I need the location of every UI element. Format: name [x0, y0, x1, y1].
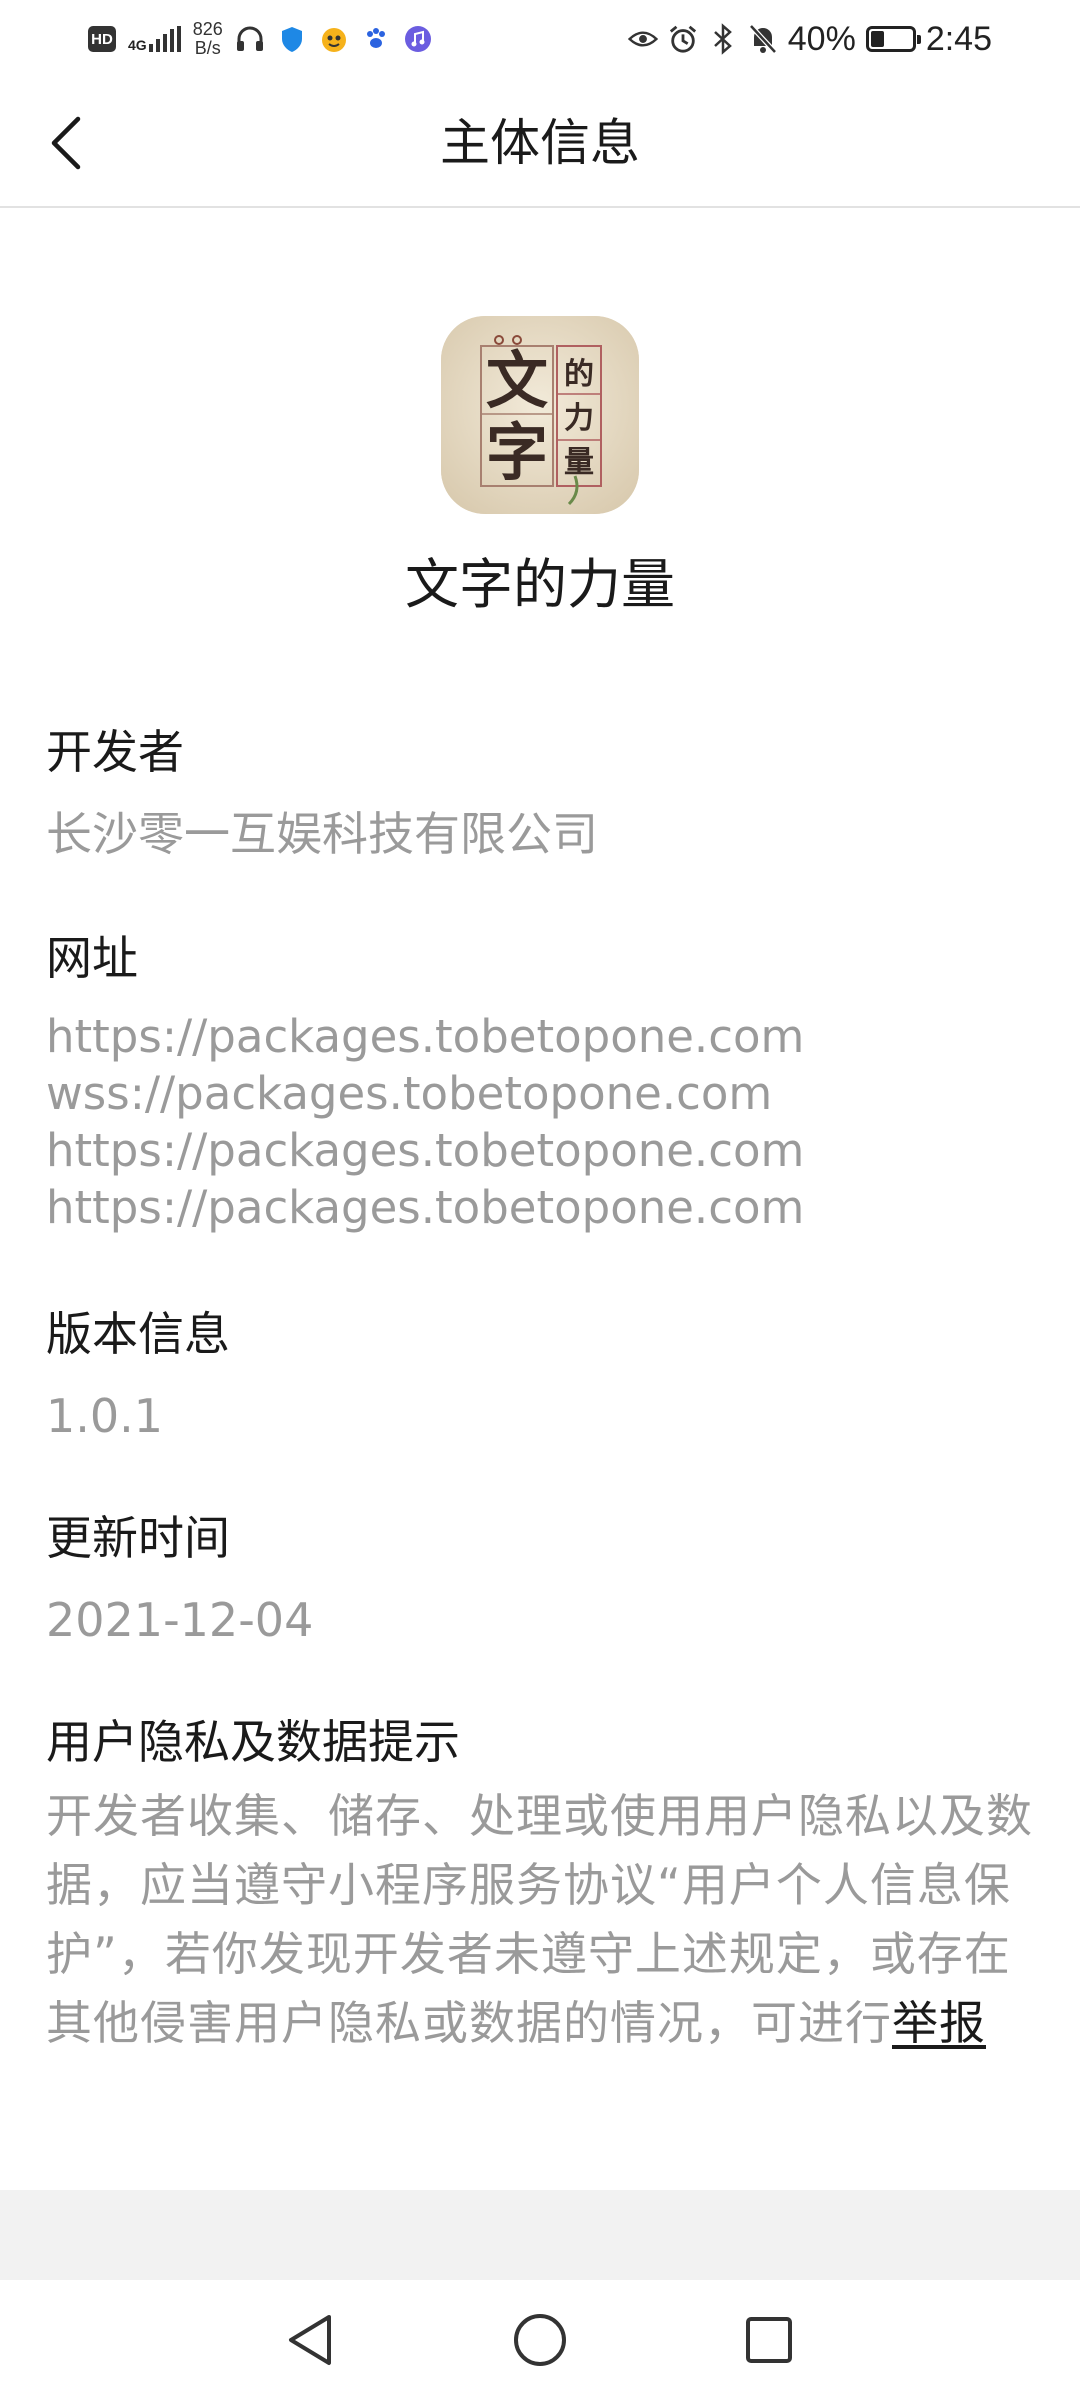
top-nav-header: 主体信息 [0, 78, 1080, 208]
battery-icon [865, 26, 921, 52]
nav-recents-button[interactable] [727, 2298, 811, 2382]
version-value: 1.0.1 [46, 1389, 164, 1443]
app-icon: 文 字 的 力 量 [441, 316, 639, 514]
version-section: 版本信息 1.0.1 [46, 1304, 1036, 1446]
urls-section: 网址 https://packages.tobetopone.com wss:/… [46, 928, 1036, 1236]
developer-value: 长沙零一互娱科技有限公司 [46, 807, 598, 861]
nav-home-button[interactable] [498, 2298, 582, 2382]
page-title: 主体信息 [440, 114, 640, 172]
clock: 2:45 [925, 19, 992, 58]
privacy-text: 开发者收集、储存、处理或使用用户隐私以及数据，应当遵守小程序服务协议“用户个人信… [46, 1789, 1033, 2050]
urls-label: 网址 [46, 931, 138, 985]
net-speed-unit: B/s [194, 38, 221, 58]
developer-label: 开发者 [46, 725, 184, 779]
headphones-icon [235, 24, 265, 54]
cartoon-app-icon [319, 24, 349, 54]
update-time-section: 更新时间 2021-12-04 [46, 1508, 1036, 1650]
footer-band [0, 2190, 1080, 2280]
mute-bell-icon [748, 24, 778, 54]
privacy-label: 用户隐私及数据提示 [46, 1715, 460, 1769]
url-item: https://packages.tobetopone.com [46, 1010, 805, 1063]
back-button[interactable] [36, 108, 96, 178]
net-speed-value: 826 [192, 19, 223, 39]
status-bar-left: HD 4G 826 B/s [0, 20, 433, 58]
url-list: https://packages.tobetopone.com wss://pa… [46, 1008, 1036, 1236]
icon-glyph-liang: 量 [564, 445, 594, 480]
system-nav-bar [0, 2280, 1080, 2400]
url-item: https://packages.tobetopone.com [46, 1124, 805, 1177]
bluetooth-icon [708, 23, 738, 55]
app-name: 文字的力量 [405, 553, 675, 616]
square-recents-icon [746, 2317, 792, 2363]
shield-app-icon [277, 24, 307, 54]
privacy-notice: 开发者收集、储存、处理或使用用户隐私以及数据，应当遵守小程序服务协议“用户个人信… [46, 1782, 1036, 2058]
update-time-label: 更新时间 [46, 1511, 230, 1565]
icon-glyph-de: 的 [564, 357, 594, 392]
alarm-icon [668, 24, 698, 54]
update-time-value: 2021-12-04 [46, 1593, 314, 1647]
url-item: https://packages.tobetopone.com [46, 1181, 805, 1234]
net-speed: 826 B/s [193, 20, 223, 58]
paw-app-icon [361, 24, 391, 54]
battery-percent: 40% [787, 19, 856, 58]
icon-glyph-zi: 字 [486, 416, 548, 489]
hd-icon: HD [88, 26, 116, 52]
triangle-back-icon [289, 2315, 331, 2365]
report-link[interactable]: 举报 [892, 1996, 986, 2050]
eye-icon [627, 24, 658, 54]
circle-home-icon [514, 2314, 566, 2366]
version-label: 版本信息 [46, 1307, 230, 1361]
chevron-left-icon [51, 116, 81, 170]
url-item: wss://packages.tobetopone.com [46, 1067, 773, 1120]
nav-back-button[interactable] [268, 2298, 352, 2382]
icon-glyph-wen: 文 [486, 344, 548, 417]
network-type: 4G [128, 37, 147, 53]
privacy-section: 用户隐私及数据提示 开发者收集、储存、处理或使用用户隐私以及数据，应当遵守小程序… [46, 1712, 1036, 2058]
status-bar: HD 4G 826 B/s 40% 2:45 [0, 0, 1080, 78]
developer-section: 开发者 长沙零一互娱科技有限公司 [46, 722, 1036, 864]
status-bar-right: 40% 2:45 [627, 19, 1080, 59]
music-app-icon [403, 24, 433, 54]
icon-glyph-li: 力 [564, 401, 594, 436]
cellular-signal-icon: 4G [128, 26, 181, 52]
